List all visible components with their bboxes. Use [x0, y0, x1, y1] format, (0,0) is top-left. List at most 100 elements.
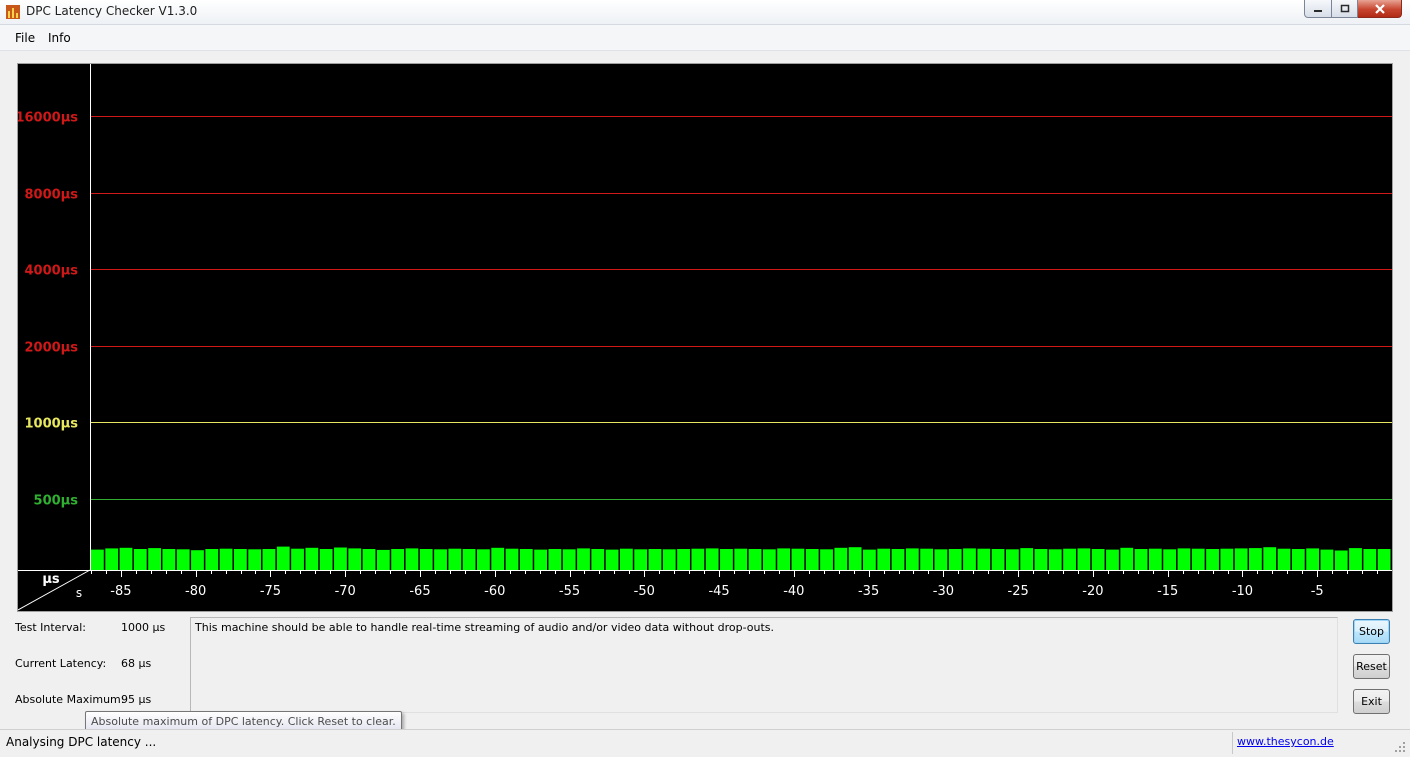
- latency-bar: [705, 548, 719, 570]
- latency-bar: [834, 547, 848, 570]
- latency-bar: [91, 549, 104, 570]
- x-tick-label: -40: [783, 584, 804, 599]
- stop-button[interactable]: Stop: [1353, 619, 1390, 644]
- latency-bar: [1291, 549, 1305, 570]
- exit-button[interactable]: Exit: [1353, 689, 1390, 714]
- x-tick-label: -55: [559, 584, 580, 599]
- x-tick-label: -15: [1157, 584, 1178, 599]
- x-tick-label: -45: [708, 584, 729, 599]
- close-icon: [1374, 3, 1385, 14]
- latency-bar: [562, 549, 576, 570]
- latency-bar: [419, 549, 433, 570]
- y-unit-label: µs: [42, 572, 60, 587]
- threshold-label: 4000µs: [25, 264, 79, 279]
- latency-bar: [1163, 549, 1177, 570]
- menu-info[interactable]: Info: [48, 31, 71, 45]
- test-interval-label: Test Interval:: [15, 621, 86, 634]
- menu-bar: File Info: [0, 25, 1410, 51]
- latency-bar: [662, 549, 676, 570]
- latency-bar: [105, 548, 119, 570]
- window-controls: [1304, 0, 1402, 18]
- latency-bar: [1077, 548, 1091, 570]
- latency-bar: [863, 549, 876, 570]
- latency-bar: [677, 549, 690, 570]
- x-tick-label: -80: [185, 584, 206, 599]
- latency-bar: [1206, 549, 1219, 570]
- latency-bar: [1005, 549, 1019, 570]
- threshold-label: 2000µs: [25, 341, 79, 356]
- latency-bar: [233, 549, 247, 570]
- latency-bar: [648, 549, 662, 570]
- latency-bar: [219, 548, 233, 570]
- latency-bar: [205, 549, 219, 570]
- x-tick-label: -35: [858, 584, 879, 599]
- latency-bar: [133, 549, 147, 570]
- current-latency-value: 68 µs: [121, 657, 152, 670]
- website-link[interactable]: www.thesycon.de: [1237, 735, 1334, 748]
- latency-chart-svg: 16000µs 8000µs 4000µs 2000µs 1000µs 500µs -85 -…: [18, 64, 1392, 611]
- x-tick-label: -50: [634, 584, 655, 599]
- latency-bar: [1320, 549, 1334, 570]
- latency-bar: [691, 548, 705, 570]
- latency-bar: [1148, 548, 1162, 570]
- latency-bar: [119, 547, 133, 570]
- latency-bar: [577, 548, 590, 570]
- latency-bar: [491, 547, 505, 570]
- latency-bar: [148, 548, 161, 570]
- x-tick-label: -65: [409, 584, 430, 599]
- latency-bar: [1363, 549, 1377, 570]
- latency-bar: [777, 548, 791, 570]
- latency-bar: [877, 548, 891, 570]
- latency-bar: [1034, 549, 1048, 570]
- latency-bar: [920, 548, 934, 570]
- latency-bar: [305, 547, 319, 570]
- latency-bar: [791, 548, 805, 570]
- latency-bar: [191, 550, 204, 570]
- latency-bar: [762, 549, 776, 570]
- absolute-max-label: Absolute Maximum:: [15, 693, 125, 706]
- latency-bar: [1091, 549, 1105, 570]
- latency-bar: [1020, 548, 1034, 570]
- app-icon: [6, 5, 20, 19]
- latency-bar: [291, 548, 304, 570]
- latency-bar: [405, 548, 419, 570]
- x-tick-label: -75: [260, 584, 281, 599]
- latency-bar: [734, 548, 748, 570]
- close-button[interactable]: [1358, 0, 1402, 18]
- latency-bar: [634, 549, 648, 570]
- current-latency-label: Current Latency:: [15, 657, 107, 670]
- latency-bar: [248, 549, 262, 570]
- status-bar: Analysing DPC latency ... www.thesycon.d…: [0, 729, 1410, 757]
- latency-bar: [1106, 549, 1119, 570]
- latency-bar: [619, 548, 633, 570]
- latency-bar: [1220, 548, 1234, 570]
- latency-bar: [505, 548, 519, 570]
- latency-bar: [391, 549, 405, 570]
- test-interval-value: 1000 µs: [121, 621, 166, 634]
- threshold-label: 1000µs: [25, 417, 79, 432]
- latency-bar: [519, 549, 533, 570]
- x-tick-label: -5: [1311, 584, 1324, 599]
- status-divider: [1232, 732, 1233, 754]
- latency-bar: [262, 549, 276, 570]
- tooltip: Absolute maximum of DPC latency. Click R…: [85, 711, 402, 731]
- latency-bar: [1120, 547, 1134, 570]
- reset-button[interactable]: Reset: [1353, 654, 1390, 679]
- latency-bar: [1263, 547, 1277, 570]
- latency-bar: [748, 549, 762, 570]
- latency-bar: [448, 548, 462, 570]
- restore-icon: [1340, 4, 1349, 13]
- menu-file[interactable]: File: [15, 31, 35, 45]
- status-text: Analysing DPC latency ...: [6, 735, 157, 749]
- latency-bar: [1234, 548, 1248, 570]
- maximize-button[interactable]: [1332, 0, 1358, 18]
- latency-bar: [605, 549, 619, 570]
- latency-bar: [848, 547, 862, 570]
- latency-bar: [334, 547, 347, 570]
- minimize-button[interactable]: [1304, 0, 1332, 18]
- resize-grip-icon[interactable]: [1394, 741, 1406, 753]
- latency-bar: [1306, 548, 1320, 570]
- threshold-label: 500µs: [34, 494, 79, 509]
- latency-bar: [805, 549, 819, 570]
- latency-bar: [1048, 549, 1062, 570]
